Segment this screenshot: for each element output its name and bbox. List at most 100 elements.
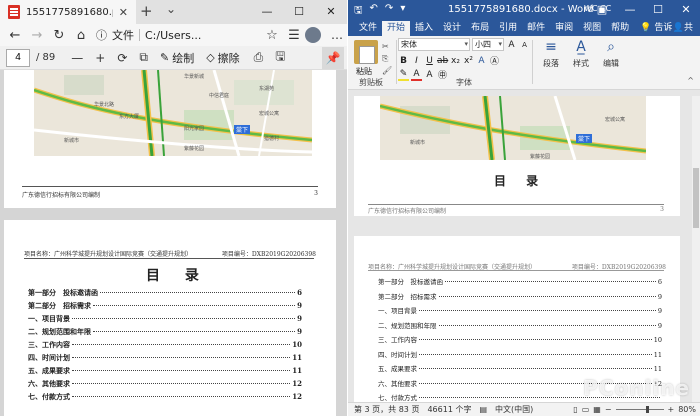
styles-button[interactable]: A̲ 样式 <box>566 38 596 69</box>
print-icon[interactable]: ⎙ <box>254 50 264 65</box>
undo-icon[interactable]: ↶ <box>370 3 378 20</box>
tab-pdf[interactable]: 1551775891680.pdf ✕ <box>0 0 136 24</box>
tab-title: 1551775891680.pdf <box>26 6 113 18</box>
toc-leader <box>419 310 656 311</box>
scrollbar-thumb[interactable] <box>693 168 699 228</box>
avatar[interactable] <box>305 27 321 43</box>
toc-row-label: 第一部分 投标邀请函 <box>378 278 443 286</box>
toc-row-label: 二、规划范围和年限 <box>28 327 91 336</box>
status-words[interactable]: 46611 个字 <box>427 404 471 415</box>
star-icon[interactable]: ☆ <box>261 28 283 43</box>
fit-page-icon[interactable]: ⧉ <box>139 50 148 65</box>
tab-home[interactable]: 开始 <box>382 21 411 36</box>
paste-label[interactable]: 粘贴 <box>356 66 372 77</box>
copy-icon[interactable]: ⎘ <box>382 54 388 64</box>
subscript-icon[interactable]: x₂ <box>450 56 461 66</box>
address-field[interactable]: ⓘ 文件 C:/Users... <box>96 25 261 45</box>
zoom-out-icon[interactable]: − <box>605 405 612 414</box>
forward-icon[interactable]: → <box>26 28 48 43</box>
cut-icon[interactable]: ✂ <box>382 42 389 51</box>
tab-review[interactable]: 审阅 <box>550 21 578 36</box>
read-mode-icon[interactable]: ▯ <box>573 405 577 414</box>
tab-help[interactable]: 帮助 <box>606 21 634 36</box>
address-bar-row: ← → ↻ ⌂ ⓘ 文件 C:/Users... ☆ ☰ … <box>0 24 347 46</box>
zoom-in-icon[interactable]: + <box>668 405 675 414</box>
tab-references[interactable]: 引用 <box>494 21 522 36</box>
redo-icon[interactable]: ↷ <box>385 3 393 20</box>
collapse-ribbon-icon[interactable]: ^ <box>687 76 694 85</box>
shrink-font-icon[interactable]: A <box>519 41 530 49</box>
home-icon[interactable]: ⌂ <box>70 28 92 43</box>
status-page[interactable]: 第 3 页，共 83 页 <box>354 404 419 415</box>
italic-icon[interactable]: I <box>411 56 422 66</box>
zoom-slider[interactable] <box>615 406 664 413</box>
tab-mailings[interactable]: 邮件 <box>522 21 550 36</box>
ribbon-display-icon[interactable]: ▣ <box>588 0 616 20</box>
zoom-slider-thumb[interactable] <box>645 406 649 413</box>
clear-format-icon[interactable]: Ⓐ <box>489 54 500 67</box>
underline-icon[interactable]: U <box>424 56 435 66</box>
document-area[interactable]: 棠下 新城市 紫藤花园 宏城公寓 目 录 广东德信行招标有限公司编制 3 项目名… <box>348 96 700 402</box>
vertical-scrollbar[interactable] <box>692 96 700 402</box>
rotate-icon[interactable]: ⟳ <box>117 51 127 65</box>
share-button[interactable]: 👤共享 <box>673 21 696 48</box>
close-window-icon[interactable]: ✕ <box>672 0 700 20</box>
collections-icon[interactable]: ☰ <box>283 28 305 43</box>
web-layout-icon[interactable]: ▦ <box>593 405 601 414</box>
zoom-out-icon[interactable]: — <box>71 51 83 65</box>
tab-layout[interactable]: 布局 <box>466 21 494 36</box>
tab-insert[interactable]: 插入 <box>410 21 438 36</box>
toc-leader <box>438 324 656 326</box>
save-icon[interactable]: 🖫 <box>354 3 363 20</box>
erase-button[interactable]: ◇ 擦除 <box>206 50 239 66</box>
paste-icon[interactable] <box>354 40 378 64</box>
toc-row-page: 9 <box>297 301 302 310</box>
superscript-icon[interactable]: x² <box>463 56 474 66</box>
print-layout-icon[interactable]: ▭ <box>582 405 590 414</box>
refresh-icon[interactable]: ↻ <box>48 28 70 43</box>
close-tab-icon[interactable]: ✕ <box>119 6 128 19</box>
map-label: 阳光家园 <box>184 125 204 132</box>
tab-view[interactable]: 视图 <box>578 21 606 36</box>
format-painter-icon[interactable]: 🖌 <box>382 66 392 75</box>
maximize-icon[interactable]: ☐ <box>644 0 672 20</box>
map-graphic: 棠下 新城市 紫藤花园 宏城公寓 <box>380 96 646 160</box>
save-icon[interactable]: 🖫 <box>275 47 285 68</box>
page-number-input[interactable] <box>6 48 30 67</box>
toc-row-label: 一、项目背景 <box>28 314 70 323</box>
maximize-icon[interactable]: ☐ <box>283 0 315 24</box>
map-image: 棠下 华景新城 华景北路 东方大厦 中信君庭 东湖苑 宏城公寓 阳光家园 猎德村… <box>34 70 312 156</box>
tab-design[interactable]: 设计 <box>438 21 466 36</box>
status-language[interactable]: 中文(中国) <box>495 404 533 415</box>
text-effects-icon[interactable]: A <box>476 56 487 66</box>
pdf-viewport[interactable]: 棠下 华景新城 华景北路 东方大厦 中信君庭 东湖苑 宏城公寓 阳光家园 猎德村… <box>0 70 347 416</box>
toc-row: 五、成果要求 11 <box>28 366 302 379</box>
toc-leader <box>72 383 291 384</box>
toc-row: 一、项目背景 9 <box>378 305 662 320</box>
pin-icon[interactable]: 📌 <box>322 46 344 69</box>
clipboard-group: 粘贴 ✂ ⎘ 🖌 剪贴板 <box>348 38 394 88</box>
grow-font-icon[interactable]: A <box>506 40 517 50</box>
editing-button[interactable]: ⌕ 编辑 <box>596 38 626 69</box>
customize-icon[interactable]: ▾ <box>400 3 405 20</box>
proofing-icon[interactable]: ▤ <box>479 405 487 414</box>
font-name-dropdown[interactable]: 宋体 <box>398 38 470 51</box>
tab-file[interactable]: 文件 <box>354 21 382 36</box>
more-icon[interactable]: … <box>327 28 347 42</box>
draw-button[interactable]: ✎ 绘制 <box>160 50 194 66</box>
paragraph-button[interactable]: ≡ 段落 <box>536 38 566 69</box>
zoom-level[interactable]: 80% <box>678 405 696 414</box>
zoom-in-icon[interactable]: + <box>95 51 105 65</box>
minimize-icon[interactable]: — <box>616 0 644 20</box>
bold-icon[interactable]: B <box>398 56 409 66</box>
tell-me-button[interactable]: 💡告诉我 <box>640 21 673 48</box>
close-window-icon[interactable]: ✕ <box>315 0 347 24</box>
word-window: 🖫 ↶ ↷ ▾ 1551775891680.docx - Word WC CC … <box>348 0 700 416</box>
font-size-dropdown[interactable]: 小四 <box>472 38 504 51</box>
find-icon: ⌕ <box>607 39 615 55</box>
back-icon[interactable]: ← <box>4 28 26 43</box>
new-tab-icon[interactable]: + <box>140 2 153 20</box>
strikethrough-icon[interactable]: ab <box>437 56 448 66</box>
chevron-down-icon[interactable]: ⌄ <box>166 2 176 16</box>
minimize-icon[interactable]: — <box>251 0 283 24</box>
